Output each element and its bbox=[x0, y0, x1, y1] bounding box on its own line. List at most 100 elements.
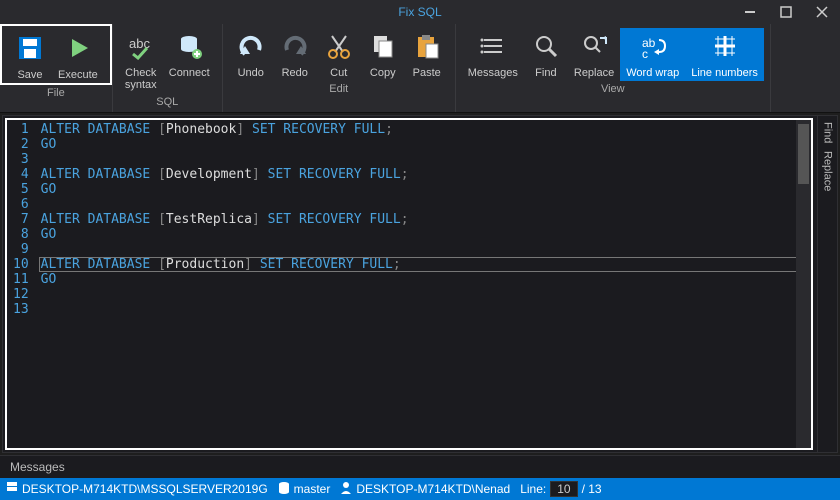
paste-button[interactable]: Paste bbox=[405, 28, 449, 81]
line-number: 7 bbox=[13, 212, 29, 227]
paste-label: Paste bbox=[413, 67, 441, 80]
status-line: Line: 10 / 13 bbox=[520, 481, 601, 497]
redo-button[interactable]: Redo bbox=[273, 28, 317, 81]
group-label: File bbox=[0, 85, 112, 103]
ribbon-group-sql: abcChecksyntax Connect SQL bbox=[113, 24, 223, 112]
user-icon bbox=[340, 481, 352, 498]
status-user: DESKTOP-M714KTD\Nenad bbox=[340, 481, 510, 498]
code-line[interactable]: ALTER DATABASE [Development] SET RECOVER… bbox=[41, 167, 811, 182]
find-tab[interactable]: Find bbox=[822, 122, 834, 143]
line-number: 5 bbox=[13, 182, 29, 197]
cut-label: Cut bbox=[330, 67, 347, 80]
titlebar: Fix SQL bbox=[0, 0, 840, 24]
minimize-button[interactable] bbox=[732, 0, 768, 24]
group-label: SQL bbox=[113, 94, 222, 112]
redo-label: Redo bbox=[282, 67, 308, 80]
line-current[interactable]: 10 bbox=[550, 481, 577, 497]
code-line[interactable]: ALTER DATABASE [Phonebook] SET RECOVERY … bbox=[41, 122, 811, 137]
line-number: 13 bbox=[13, 302, 29, 317]
code-content[interactable]: ALTER DATABASE [Phonebook] SET RECOVERY … bbox=[41, 120, 811, 319]
db-label: master bbox=[294, 482, 331, 496]
replace-button[interactable]: Replace bbox=[568, 28, 620, 81]
vertical-scrollbar[interactable] bbox=[796, 120, 811, 448]
replace-tab[interactable]: Replace bbox=[822, 151, 834, 191]
line-number: 11 bbox=[13, 272, 29, 287]
execute-icon bbox=[64, 34, 92, 67]
user-label: DESKTOP-M714KTD\Nenad bbox=[356, 482, 510, 496]
check-label: Checksyntax bbox=[125, 67, 157, 92]
close-button[interactable] bbox=[804, 0, 840, 24]
line-label: Line: bbox=[520, 482, 546, 496]
connect-icon bbox=[175, 32, 203, 65]
line-number: 2 bbox=[13, 137, 29, 152]
undo-icon bbox=[237, 32, 265, 65]
line-number: 9 bbox=[13, 242, 29, 257]
find-label: Find bbox=[535, 67, 556, 80]
redo-icon bbox=[281, 32, 309, 65]
linenumbers-button[interactable]: Line numbers bbox=[685, 28, 764, 81]
messages-tab[interactable]: Messages bbox=[0, 455, 840, 478]
save-label: Save bbox=[17, 69, 42, 82]
messages-icon bbox=[479, 32, 507, 65]
svg-text:c: c bbox=[642, 47, 648, 60]
line-number: 12 bbox=[13, 287, 29, 302]
check-button[interactable]: abcChecksyntax bbox=[119, 28, 163, 94]
code-line[interactable] bbox=[41, 302, 811, 317]
save-button[interactable]: Save bbox=[8, 30, 52, 83]
group-label: Edit bbox=[223, 81, 455, 99]
messages-label: Messages bbox=[468, 67, 518, 80]
check-icon: abc bbox=[127, 32, 155, 65]
replace-icon bbox=[580, 32, 608, 65]
code-line[interactable] bbox=[41, 152, 811, 167]
statusbar: DESKTOP-M714KTD\MSSQLSERVER2019G master … bbox=[0, 478, 840, 500]
code-line[interactable]: GO bbox=[41, 272, 811, 287]
connect-button[interactable]: Connect bbox=[163, 28, 216, 94]
ribbon-group-file: Save Execute File bbox=[0, 24, 113, 112]
cut-button[interactable]: Cut bbox=[317, 28, 361, 81]
linenumbers-label: Line numbers bbox=[691, 67, 758, 80]
maximize-button[interactable] bbox=[768, 0, 804, 24]
code-line[interactable] bbox=[41, 287, 811, 302]
linenumbers-icon bbox=[711, 32, 739, 65]
line-number: 3 bbox=[13, 152, 29, 167]
code-line[interactable]: GO bbox=[41, 227, 811, 242]
undo-button[interactable]: Undo bbox=[229, 28, 273, 81]
status-server: DESKTOP-M714KTD\MSSQLSERVER2019G bbox=[6, 481, 268, 498]
code-line[interactable]: GO bbox=[41, 182, 811, 197]
cut-icon bbox=[325, 32, 353, 65]
line-number: 8 bbox=[13, 227, 29, 242]
editor-area: 12345678910111213 ALTER DATABASE [Phoneb… bbox=[2, 115, 838, 453]
code-editor[interactable]: 12345678910111213 ALTER DATABASE [Phoneb… bbox=[5, 118, 813, 450]
code-line[interactable]: ALTER DATABASE [Production] SET RECOVERY… bbox=[41, 257, 811, 272]
copy-button[interactable]: Copy bbox=[361, 28, 405, 81]
line-gutter: 12345678910111213 bbox=[7, 120, 41, 319]
execute-label: Execute bbox=[58, 69, 98, 82]
server-icon bbox=[6, 481, 18, 498]
code-line[interactable]: ALTER DATABASE [TestReplica] SET RECOVER… bbox=[41, 212, 811, 227]
wordwrap-icon: abc bbox=[639, 32, 667, 65]
line-number: 4 bbox=[13, 167, 29, 182]
paste-icon bbox=[413, 32, 441, 65]
status-db: master bbox=[278, 481, 331, 498]
code-line[interactable] bbox=[41, 197, 811, 212]
messages-button[interactable]: Messages bbox=[462, 28, 524, 81]
save-icon bbox=[16, 34, 44, 67]
ribbon-group-edit: Undo Redo Cut Copy PasteEdit bbox=[223, 24, 456, 112]
code-line[interactable]: GO bbox=[41, 137, 811, 152]
undo-label: Undo bbox=[238, 67, 264, 80]
server-label: DESKTOP-M714KTD\MSSQLSERVER2019G bbox=[22, 482, 268, 496]
wordwrap-button[interactable]: abc Word wrap bbox=[620, 28, 685, 81]
execute-button[interactable]: Execute bbox=[52, 30, 104, 83]
scrollbar-thumb[interactable] bbox=[798, 124, 809, 184]
connect-label: Connect bbox=[169, 67, 210, 80]
ribbon-group-view: Messages Find Replace abc Word wrap Line numb… bbox=[456, 24, 771, 112]
wordwrap-label: Word wrap bbox=[626, 67, 679, 80]
group-label: View bbox=[456, 81, 770, 99]
code-line[interactable] bbox=[41, 242, 811, 257]
line-number: 6 bbox=[13, 197, 29, 212]
line-number: 10 bbox=[13, 257, 29, 272]
ribbon: SaveExecuteFileabcChecksyntaxConnectSQLU… bbox=[0, 24, 840, 113]
copy-label: Copy bbox=[370, 67, 396, 80]
find-button[interactable]: Find bbox=[524, 28, 568, 81]
find-icon bbox=[532, 32, 560, 65]
